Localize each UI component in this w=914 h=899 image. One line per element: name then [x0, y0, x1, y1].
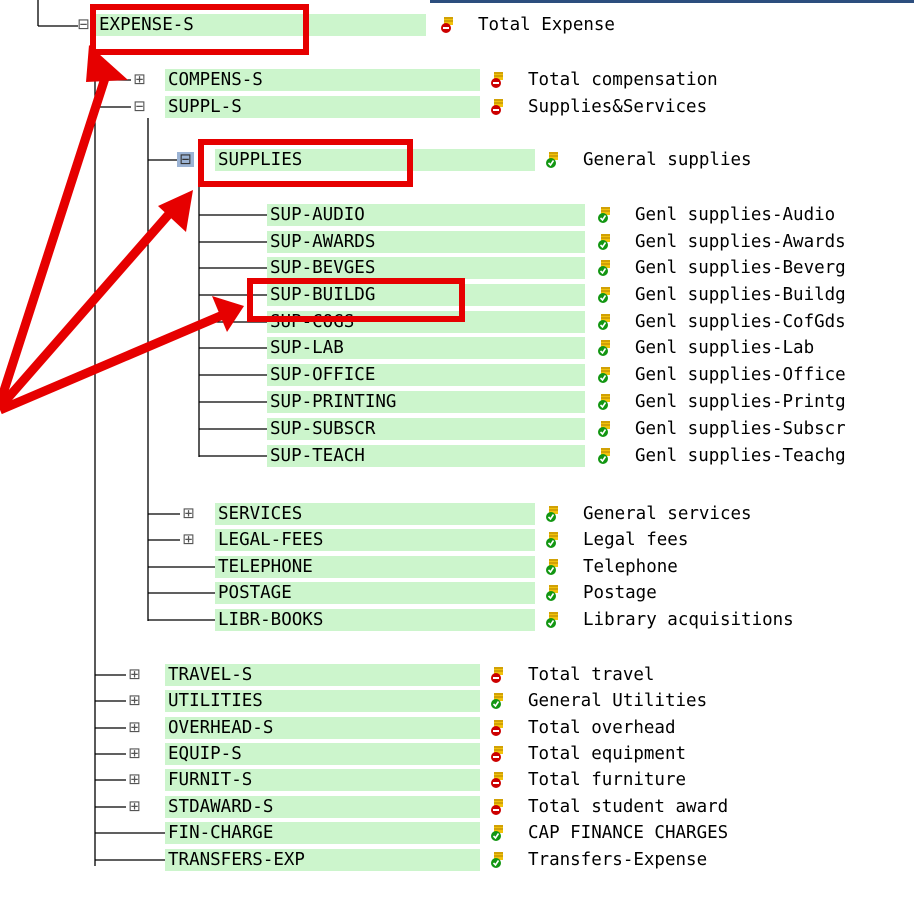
- annotation-arrows: [0, 45, 244, 415]
- arrow-to-expense-s: [0, 70, 112, 405]
- arrowhead-expense-s: [86, 45, 128, 82]
- hierarchy-tree: EXPENSE-S ⊟ Total Expense COMPENS-S ⊞ Tota…: [0, 0, 914, 899]
